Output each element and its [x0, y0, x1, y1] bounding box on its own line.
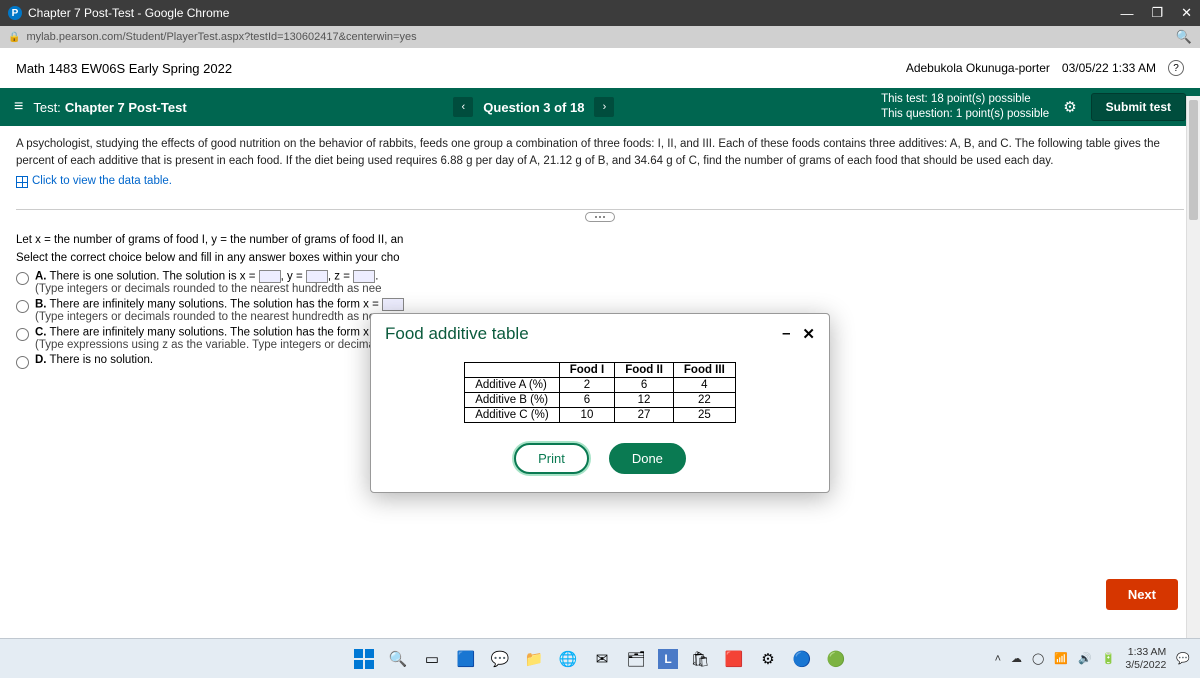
start-button[interactable]: [352, 647, 376, 671]
volume-icon[interactable]: 🔊: [1078, 652, 1092, 665]
lock-icon: 🔒: [8, 32, 20, 43]
chrome-icon[interactable]: 🔵: [790, 647, 814, 671]
test-label: Test:: [33, 100, 60, 115]
input-y[interactable]: [306, 270, 328, 283]
radio-c[interactable]: [16, 328, 29, 341]
test-points: This test: 18 point(s) possible: [881, 92, 1049, 107]
chrome-titlebar: P Chapter 7 Post-Test - Google Chrome ― …: [0, 0, 1200, 26]
zoom-icon[interactable]: 🔍: [1176, 29, 1192, 45]
choice-a[interactable]: A. There is one solution. The solution i…: [16, 270, 1184, 295]
mail-icon[interactable]: ✉: [590, 647, 614, 671]
done-button[interactable]: Done: [609, 443, 686, 474]
pearson-icon: P: [8, 6, 22, 20]
expand-toggle[interactable]: [585, 212, 615, 222]
additive-table: Food I Food II Food III Additive A (%)26…: [464, 362, 736, 423]
intro-line-1: Let x = the number of grams of food I, y…: [16, 234, 1184, 246]
problem-statement: A psychologist, studying the effects of …: [0, 126, 1200, 203]
widgets-icon[interactable]: 🟦: [454, 647, 478, 671]
test-name: Chapter 7 Post-Test: [65, 100, 187, 115]
modal-minimize-icon[interactable]: –: [782, 325, 790, 343]
settings-icon[interactable]: ⚙: [1063, 98, 1076, 116]
window-title: Chapter 7 Post-Test - Google Chrome: [28, 6, 229, 20]
address-bar: 🔒 mylab.pearson.com/Student/PlayerTest.a…: [0, 26, 1200, 48]
scrollbar[interactable]: [1186, 96, 1200, 638]
cloud-icon[interactable]: ◯: [1032, 652, 1044, 665]
task-view-icon[interactable]: ▭: [420, 647, 444, 671]
header-datetime: 03/05/22 1:33 AM: [1062, 61, 1156, 75]
settings-tb-icon[interactable]: ⚙: [756, 647, 780, 671]
help-icon[interactable]: ?: [1168, 60, 1184, 76]
onedrive-icon[interactable]: ☁: [1011, 652, 1022, 665]
modal-title: Food additive table: [385, 324, 529, 344]
table-icon: [16, 176, 28, 188]
next-question-button[interactable]: ›: [594, 97, 614, 117]
question-points: This question: 1 point(s) possible: [881, 107, 1049, 122]
app-red-icon[interactable]: 🟥: [722, 647, 746, 671]
chat-icon[interactable]: 💬: [488, 647, 512, 671]
edge-icon[interactable]: 🌐: [556, 647, 580, 671]
maximize-icon[interactable]: ❐: [1151, 5, 1163, 21]
data-table-modal: Food additive table – ✕ Food I Food II F…: [370, 313, 830, 493]
input-x[interactable]: [259, 270, 281, 283]
tray-chevron-icon[interactable]: ˄: [995, 653, 1001, 665]
submit-test-button[interactable]: Submit test: [1091, 93, 1186, 121]
course-name: Math 1483 EW06S Early Spring 2022: [16, 61, 232, 76]
test-bar: ≡ Test: Chapter 7 Post-Test ‹ Question 3…: [0, 88, 1200, 126]
intro-line-2: Select the correct choice below and fill…: [16, 252, 1184, 264]
radio-b[interactable]: [16, 300, 29, 313]
app-l-icon[interactable]: L: [658, 649, 678, 669]
radio-a[interactable]: [16, 272, 29, 285]
minimize-icon[interactable]: ―: [1120, 6, 1133, 21]
print-button[interactable]: Print: [514, 443, 589, 474]
windows-taskbar: 🔍 ▭ 🟦 💬 📁 🌐 ✉ 🗂 L 🛍 🟥 ⚙ 🔵 🟢 ˄ ☁ ◯ 📶 🔊 🔋 …: [0, 638, 1200, 678]
scroll-thumb[interactable]: [1189, 100, 1198, 220]
question-counter: Question 3 of 18: [479, 100, 588, 115]
store-icon[interactable]: 🛍: [688, 647, 712, 671]
url-text[interactable]: mylab.pearson.com/Student/PlayerTest.asp…: [26, 31, 416, 43]
input-z[interactable]: [353, 270, 375, 283]
app-folder-icon[interactable]: 🗂: [624, 647, 648, 671]
explorer-icon[interactable]: 📁: [522, 647, 546, 671]
close-icon[interactable]: ✕: [1181, 5, 1192, 21]
input-bx[interactable]: [382, 298, 404, 311]
radio-d[interactable]: [16, 356, 29, 369]
notifications-icon[interactable]: 💬: [1176, 652, 1190, 665]
next-button[interactable]: Next: [1106, 579, 1178, 610]
menu-icon[interactable]: ≡: [14, 98, 23, 116]
divider: [16, 209, 1184, 210]
user-name: Adebukola Okunuga-porter: [906, 61, 1050, 75]
course-header: Math 1483 EW06S Early Spring 2022 Adebuk…: [0, 48, 1200, 88]
system-clock[interactable]: 1:33 AM3/5/2022: [1125, 646, 1166, 671]
search-icon[interactable]: 🔍: [386, 647, 410, 671]
wifi-icon[interactable]: 📶: [1054, 652, 1068, 665]
view-data-table-link[interactable]: Click to view the data table.: [16, 173, 172, 190]
problem-text: A psychologist, studying the effects of …: [16, 138, 1160, 167]
chrome-canary-icon[interactable]: 🟢: [824, 647, 848, 671]
modal-close-icon[interactable]: ✕: [802, 325, 815, 343]
prev-question-button[interactable]: ‹: [453, 97, 473, 117]
battery-icon[interactable]: 🔋: [1102, 652, 1116, 665]
